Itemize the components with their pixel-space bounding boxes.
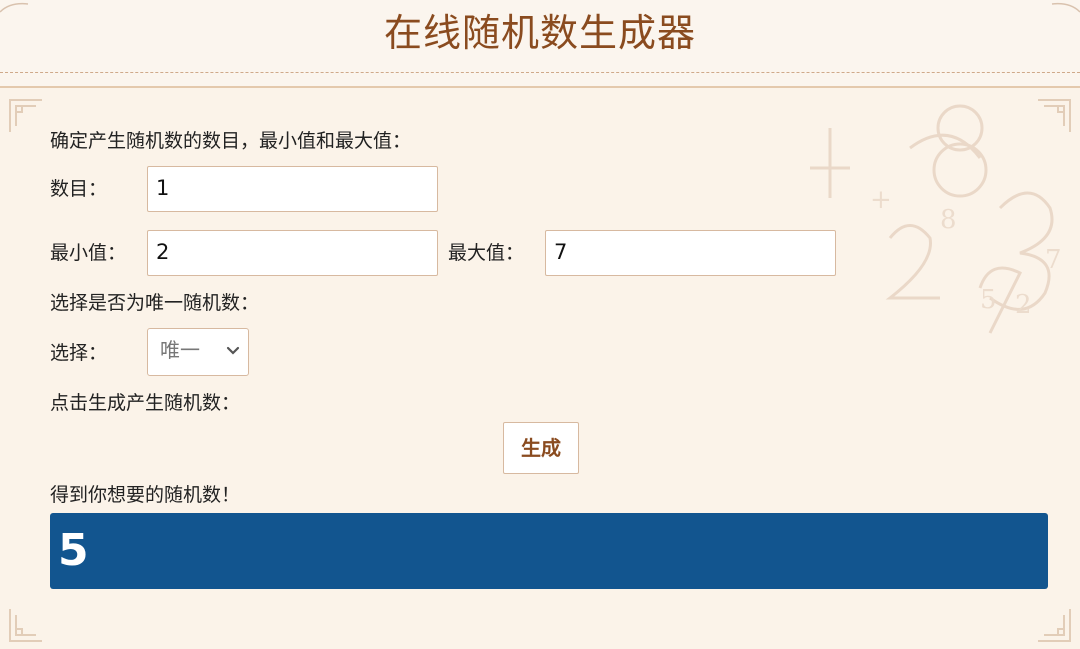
result-value: 5: [58, 525, 89, 576]
generate-prompt: 点击生成产生随机数：: [50, 392, 241, 414]
deco-digit: +: [870, 185, 892, 215]
page-title: 在线随机数生成器: [383, 11, 696, 55]
max-input[interactable]: 7: [545, 230, 836, 276]
generator-panel: 8 5 2 + 7 确定产生随机数的数目，最小值和最大值： 数目： 1 最小值：…: [0, 88, 1080, 649]
chevron-down-icon: [226, 346, 240, 355]
unique-select[interactable]: 唯一: [147, 328, 249, 376]
header-corner-left-ornament: [0, 2, 29, 13]
min-input[interactable]: 2: [147, 230, 438, 276]
generate-button[interactable]: 生成: [503, 422, 579, 474]
deco-digit: 5: [980, 285, 997, 315]
result-prompt: 得到你想要的随机数！: [50, 484, 241, 506]
count-input[interactable]: 1: [147, 166, 438, 212]
deco-digit: 7: [1045, 245, 1062, 275]
select-label: 选择：: [50, 342, 108, 364]
unique-select-value: 唯一: [160, 338, 200, 362]
corner-ornament-bottom-left: [9, 609, 42, 642]
result-display: 5: [50, 513, 1048, 589]
deco-digit: 8: [940, 205, 957, 235]
corner-ornament-top-left: [9, 99, 42, 132]
header-corner-right-ornament: [1051, 2, 1080, 13]
page-header: 在线随机数生成器: [0, 0, 1080, 86]
header-divider: [0, 72, 1080, 73]
corner-ornament-top-right: [1038, 99, 1071, 132]
max-label: 最大值：: [448, 242, 525, 264]
corner-ornament-bottom-right: [1038, 609, 1071, 642]
intro-text: 确定产生随机数的数目，最小值和最大值：: [50, 130, 412, 152]
count-label: 数目：: [50, 178, 108, 200]
deco-digit: 2: [1015, 290, 1032, 320]
unique-prompt: 选择是否为唯一随机数：: [50, 292, 260, 314]
min-label: 最小值：: [50, 242, 127, 264]
